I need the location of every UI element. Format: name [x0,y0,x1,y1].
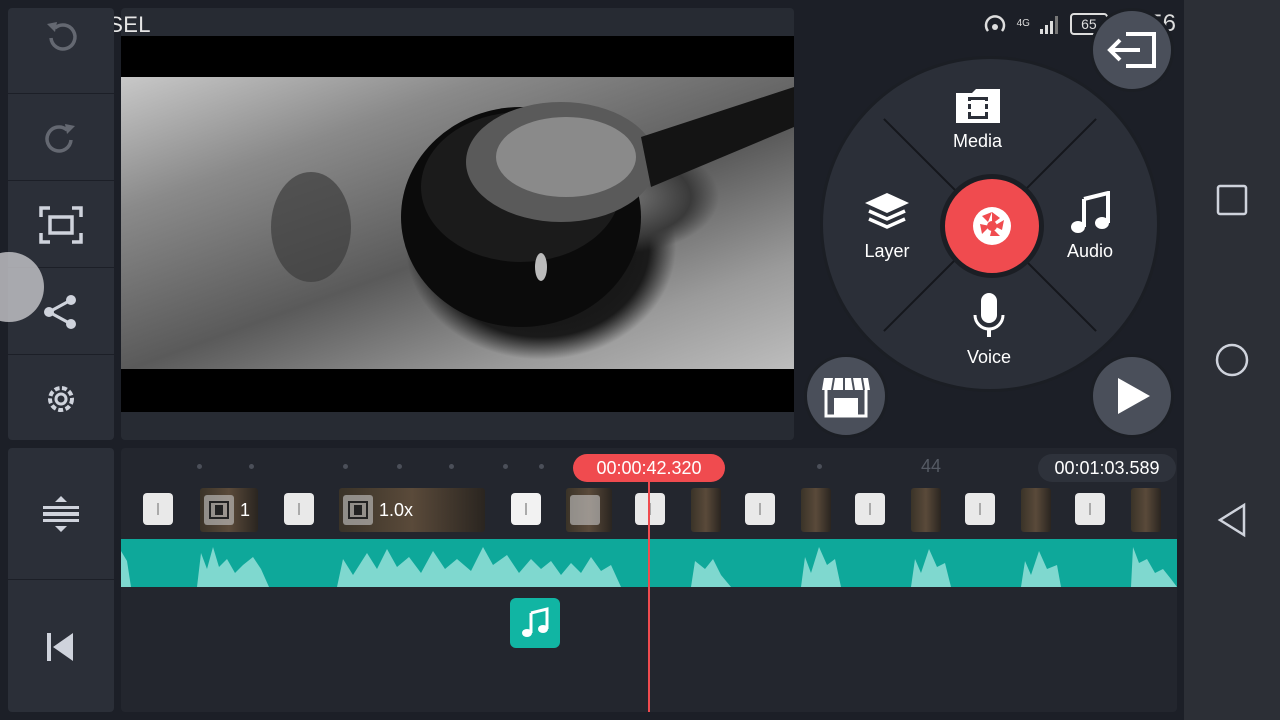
share-icon [44,294,76,329]
status-bar: TELKOMSEL 4G 65 03:56 [0,0,1184,48]
music-note-icon [522,607,549,637]
track-height-button[interactable] [8,448,114,580]
back-button[interactable] [1212,500,1252,540]
transition-button[interactable] [635,493,665,525]
transition-button[interactable] [1075,493,1105,525]
play-button[interactable] [1090,354,1174,438]
current-time: 00:00:42.320 [573,454,725,482]
transition-button[interactable] [965,493,995,525]
video-clip[interactable]: 1.0x [339,488,485,532]
cup-and-spoon-image [271,87,794,327]
hotspot-icon [984,15,1005,32]
square-icon [1216,184,1248,216]
radial-menu: Media Layer Audio Voice [820,56,1160,392]
media-label: Media [953,131,1003,151]
exit-button[interactable] [1090,8,1174,92]
settings-icon [48,386,74,412]
film-icon [570,495,600,525]
audio-label: Audio [1067,241,1114,261]
skip-to-start-icon [47,632,73,661]
layer-icon [865,193,909,229]
settings-button[interactable] [8,356,114,442]
music-clip[interactable] [510,598,560,648]
triangle-back-icon [1217,502,1246,538]
music-note-icon [1071,191,1111,233]
clip-speed-label: 1.0x [379,499,414,520]
playhead[interactable] [648,482,650,712]
video-clip[interactable] [911,488,941,532]
media-folder-icon [955,89,1000,123]
transition-button[interactable] [143,493,173,525]
transition-button[interactable] [284,493,314,525]
voice-label: Voice [967,347,1012,367]
film-icon [343,495,373,525]
audio-button[interactable]: Audio [1067,191,1113,262]
undo-icon [47,21,77,51]
skip-to-start-button[interactable] [8,581,114,712]
signal-icon [1039,16,1058,34]
left-toolbar [8,8,114,440]
preview-panel [121,8,794,440]
ruler-marker: 44 [921,456,942,476]
kinemaster-editor: TELKOMSEL 4G 65 03:56 [0,0,1280,720]
exit-icon [1107,32,1156,68]
video-clip[interactable] [691,488,721,532]
film-icon [204,495,234,525]
undo-button[interactable] [8,8,114,94]
camera-shutter-icon [973,207,1011,245]
navigation-bar [1184,0,1280,720]
redo-icon [45,123,75,153]
recents-button[interactable] [1212,180,1252,220]
transition-button[interactable] [745,493,775,525]
total-time: 00:01:03.589 [1038,454,1176,482]
fit-screen-icon [39,205,83,244]
layer-button[interactable]: Layer [863,191,911,262]
transition-button[interactable] [855,493,885,525]
clip-label: 1 [240,499,251,520]
store-icon [822,377,870,418]
asset-store-button[interactable] [804,354,888,438]
track-height-icon [43,495,79,532]
microphone-icon [973,293,1005,337]
timeline[interactable]: 44 00:00:42.320 00:01:03.589 1 1.0x [121,448,1177,712]
capture-button[interactable] [940,174,1044,278]
network-type: 4G [1016,18,1030,29]
home-button[interactable] [1212,340,1252,380]
layer-label: Layer [864,241,910,261]
video-frame [121,77,794,369]
video-clip[interactable] [1021,488,1051,532]
video-preview[interactable] [121,36,794,412]
video-clip[interactable] [801,488,831,532]
video-clip[interactable] [566,488,612,532]
play-icon [1118,378,1150,414]
voice-button[interactable]: Voice [967,291,1011,368]
redo-button[interactable] [8,95,114,181]
media-button[interactable]: Media [953,87,1002,152]
timeline-toolbar [8,448,114,712]
transition-effect-button[interactable] [511,493,541,525]
video-clip[interactable] [1131,488,1161,532]
video-clip[interactable]: 1 [200,488,258,532]
circle-icon [1215,343,1249,377]
